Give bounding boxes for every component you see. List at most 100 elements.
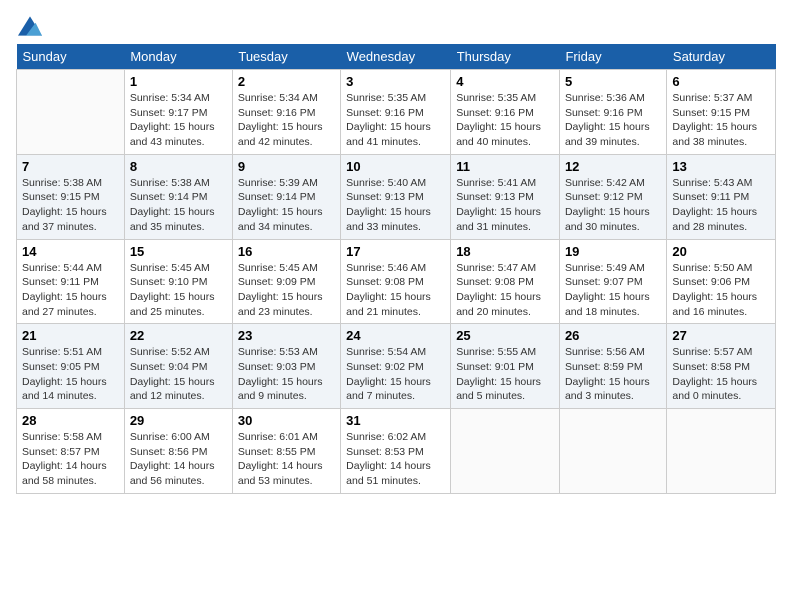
day-info: Sunrise: 5:45 AM Sunset: 9:09 PM Dayligh… [238, 261, 335, 320]
calendar-cell: 31 Sunrise: 6:02 AM Sunset: 8:53 PM Dayli… [341, 409, 451, 494]
calendar-cell: 27Sunrise: 5:57 AM Sunset: 8:58 PM Dayli… [667, 324, 776, 409]
calendar-cell: 19Sunrise: 5:49 AM Sunset: 9:07 PM Dayli… [559, 239, 666, 324]
day-info: Sunrise: 5:45 AM Sunset: 9:10 PM Dayligh… [130, 261, 227, 320]
calendar-cell: 17 Sunrise: 5:46 AM Sunset: 9:08 PM Dayli… [341, 239, 451, 324]
calendar-cell [667, 409, 776, 494]
day-number: 12 [565, 159, 661, 174]
day-number: 23 [238, 328, 335, 343]
day-number: 14 [22, 244, 119, 259]
logo [16, 16, 42, 36]
calendar-header-friday: Friday [559, 44, 666, 70]
day-info: Sunrise: 5:40 AM Sunset: 9:13 PM Dayligh… [346, 176, 445, 235]
day-info: Sunrise: 5:51 AM Sunset: 9:05 PM Dayligh… [22, 345, 119, 404]
day-info: Sunrise: 5:54 AM Sunset: 9:02 PM Dayligh… [346, 345, 445, 404]
day-number: 5 [565, 74, 661, 89]
page-header [16, 16, 776, 36]
calendar-cell: 8 Sunrise: 5:38 AM Sunset: 9:14 PM Daylig… [124, 154, 232, 239]
day-number: 2 [238, 74, 335, 89]
logo-icon [18, 16, 42, 36]
day-number: 31 [346, 413, 445, 428]
calendar-cell: 14 Sunrise: 5:44 AM Sunset: 9:11 PM Dayli… [17, 239, 125, 324]
calendar-cell: 9 Sunrise: 5:39 AM Sunset: 9:14 PM Daylig… [232, 154, 340, 239]
calendar-week-row: 1Sunrise: 5:34 AM Sunset: 9:17 PM Daylig… [17, 70, 776, 155]
day-number: 29 [130, 413, 227, 428]
day-info: Sunrise: 5:34 AM Sunset: 9:16 PM Dayligh… [238, 91, 335, 150]
calendar-cell: 24 Sunrise: 5:54 AM Sunset: 9:02 PM Dayli… [341, 324, 451, 409]
day-info: Sunrise: 5:56 AM Sunset: 8:59 PM Dayligh… [565, 345, 661, 404]
day-number: 18 [456, 244, 554, 259]
calendar-header-sunday: Sunday [17, 44, 125, 70]
day-number: 6 [672, 74, 770, 89]
calendar-cell: 2 Sunrise: 5:34 AM Sunset: 9:16 PM Daylig… [232, 70, 340, 155]
calendar-table: SundayMondayTuesdayWednesdayThursdayFrid… [16, 44, 776, 494]
calendar-cell: 13 Sunrise: 5:43 AM Sunset: 9:11 PM Dayli… [667, 154, 776, 239]
calendar-cell: 18 Sunrise: 5:47 AM Sunset: 9:08 PM Dayli… [451, 239, 560, 324]
day-number: 21 [22, 328, 119, 343]
calendar-header-row: SundayMondayTuesdayWednesdayThursdayFrid… [17, 44, 776, 70]
calendar-cell: 7Sunrise: 5:38 AM Sunset: 9:15 PM Daylig… [17, 154, 125, 239]
day-info: Sunrise: 5:52 AM Sunset: 9:04 PM Dayligh… [130, 345, 227, 404]
day-number: 11 [456, 159, 554, 174]
day-info: Sunrise: 6:00 AM Sunset: 8:56 PM Dayligh… [130, 430, 227, 489]
day-info: Sunrise: 6:02 AM Sunset: 8:53 PM Dayligh… [346, 430, 445, 489]
calendar-week-row: 21 Sunrise: 5:51 AM Sunset: 9:05 PM Dayli… [17, 324, 776, 409]
calendar-header-wednesday: Wednesday [341, 44, 451, 70]
day-info: Sunrise: 5:38 AM Sunset: 9:14 PM Dayligh… [130, 176, 227, 235]
day-info: Sunrise: 5:38 AM Sunset: 9:15 PM Dayligh… [22, 176, 119, 235]
calendar-cell: 26 Sunrise: 5:56 AM Sunset: 8:59 PM Dayli… [559, 324, 666, 409]
day-info: Sunrise: 5:47 AM Sunset: 9:08 PM Dayligh… [456, 261, 554, 320]
calendar-week-row: 7Sunrise: 5:38 AM Sunset: 9:15 PM Daylig… [17, 154, 776, 239]
day-info: Sunrise: 5:39 AM Sunset: 9:14 PM Dayligh… [238, 176, 335, 235]
day-number: 19 [565, 244, 661, 259]
calendar-cell: 1Sunrise: 5:34 AM Sunset: 9:17 PM Daylig… [124, 70, 232, 155]
day-number: 13 [672, 159, 770, 174]
calendar-week-row: 14 Sunrise: 5:44 AM Sunset: 9:11 PM Dayli… [17, 239, 776, 324]
calendar-header-saturday: Saturday [667, 44, 776, 70]
day-number: 1 [130, 74, 227, 89]
day-info: Sunrise: 5:42 AM Sunset: 9:12 PM Dayligh… [565, 176, 661, 235]
day-number: 9 [238, 159, 335, 174]
day-number: 26 [565, 328, 661, 343]
day-number: 15 [130, 244, 227, 259]
day-number: 3 [346, 74, 445, 89]
day-number: 25 [456, 328, 554, 343]
day-info: Sunrise: 5:37 AM Sunset: 9:15 PM Dayligh… [672, 91, 770, 150]
calendar-header-monday: Monday [124, 44, 232, 70]
calendar-cell: 15 Sunrise: 5:45 AM Sunset: 9:10 PM Dayli… [124, 239, 232, 324]
calendar-cell [559, 409, 666, 494]
calendar-cell: 16 Sunrise: 5:45 AM Sunset: 9:09 PM Dayli… [232, 239, 340, 324]
day-info: Sunrise: 5:36 AM Sunset: 9:16 PM Dayligh… [565, 91, 661, 150]
day-number: 4 [456, 74, 554, 89]
day-number: 30 [238, 413, 335, 428]
calendar-cell [451, 409, 560, 494]
calendar-cell: 25 Sunrise: 5:55 AM Sunset: 9:01 PM Dayli… [451, 324, 560, 409]
calendar-cell [17, 70, 125, 155]
day-info: Sunrise: 6:01 AM Sunset: 8:55 PM Dayligh… [238, 430, 335, 489]
day-number: 27 [672, 328, 770, 343]
calendar-cell: 6 Sunrise: 5:37 AM Sunset: 9:15 PM Daylig… [667, 70, 776, 155]
calendar-cell: 10 Sunrise: 5:40 AM Sunset: 9:13 PM Dayli… [341, 154, 451, 239]
day-info: Sunrise: 5:44 AM Sunset: 9:11 PM Dayligh… [22, 261, 119, 320]
day-info: Sunrise: 5:41 AM Sunset: 9:13 PM Dayligh… [456, 176, 554, 235]
calendar-header-tuesday: Tuesday [232, 44, 340, 70]
day-number: 10 [346, 159, 445, 174]
day-info: Sunrise: 5:50 AM Sunset: 9:06 PM Dayligh… [672, 261, 770, 320]
day-info: Sunrise: 5:53 AM Sunset: 9:03 PM Dayligh… [238, 345, 335, 404]
calendar-cell: 23 Sunrise: 5:53 AM Sunset: 9:03 PM Dayli… [232, 324, 340, 409]
calendar-cell: 20 Sunrise: 5:50 AM Sunset: 9:06 PM Dayli… [667, 239, 776, 324]
day-info: Sunrise: 5:35 AM Sunset: 9:16 PM Dayligh… [346, 91, 445, 150]
calendar-week-row: 28Sunrise: 5:58 AM Sunset: 8:57 PM Dayli… [17, 409, 776, 494]
day-number: 20 [672, 244, 770, 259]
day-info: Sunrise: 5:55 AM Sunset: 9:01 PM Dayligh… [456, 345, 554, 404]
calendar-header-thursday: Thursday [451, 44, 560, 70]
calendar-cell: 5 Sunrise: 5:36 AM Sunset: 9:16 PM Daylig… [559, 70, 666, 155]
day-number: 17 [346, 244, 445, 259]
day-number: 24 [346, 328, 445, 343]
day-number: 22 [130, 328, 227, 343]
day-number: 8 [130, 159, 227, 174]
day-number: 16 [238, 244, 335, 259]
calendar-cell: 3 Sunrise: 5:35 AM Sunset: 9:16 PM Daylig… [341, 70, 451, 155]
day-info: Sunrise: 5:46 AM Sunset: 9:08 PM Dayligh… [346, 261, 445, 320]
day-number: 28 [22, 413, 119, 428]
day-info: Sunrise: 5:43 AM Sunset: 9:11 PM Dayligh… [672, 176, 770, 235]
